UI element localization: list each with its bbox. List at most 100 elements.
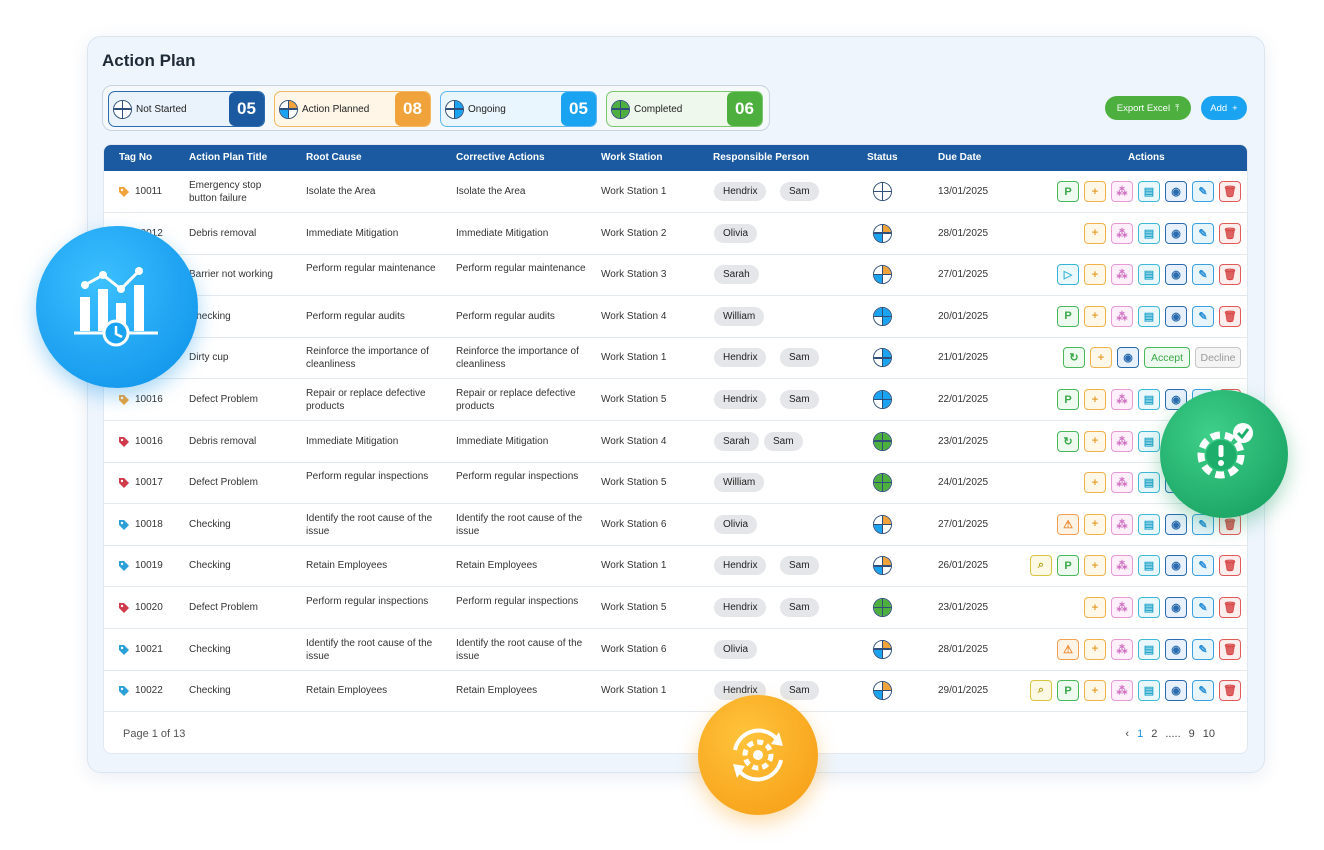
responsible-person[interactable]: Hendrix: [714, 390, 767, 409]
edit-icon[interactable]: ✎: [1192, 222, 1214, 244]
assign-user-icon[interactable]: +: [1084, 389, 1106, 410]
decline-button[interactable]: Decline: [1195, 347, 1241, 369]
delete-icon[interactable]: 🗑: [1219, 305, 1241, 327]
status-chip-ongoing2[interactable]: Ongoing 05: [440, 91, 597, 127]
view-icon[interactable]: ◉: [1165, 305, 1187, 327]
pdf-icon[interactable]: ▤: [1138, 680, 1160, 702]
responsible-person[interactable]: Sam: [764, 431, 803, 451]
edit-icon[interactable]: ✎: [1192, 264, 1214, 286]
view-icon[interactable]: ◉: [1165, 597, 1187, 618]
assign-user-icon[interactable]: +: [1084, 597, 1106, 618]
workflow-icon[interactable]: ⁂: [1111, 680, 1133, 702]
refresh-icon[interactable]: ↻: [1063, 347, 1085, 369]
view-icon[interactable]: ◉: [1165, 638, 1187, 660]
responsible-person[interactable]: Hendrix: [714, 182, 767, 201]
pdf-icon[interactable]: ▤: [1138, 430, 1160, 452]
pdf-icon[interactable]: ▤: [1138, 513, 1160, 535]
edit-icon[interactable]: ✎: [1192, 305, 1214, 327]
assign-user-icon[interactable]: +: [1084, 305, 1106, 327]
warning-icon[interactable]: ⚠: [1057, 513, 1079, 535]
status-chip-planned[interactable]: Action Planned 08: [274, 91, 431, 127]
workflow-icon[interactable]: ⁂: [1111, 472, 1133, 494]
responsible-person[interactable]: Hendrix: [714, 598, 767, 617]
responsible-person[interactable]: Hendrix: [714, 556, 767, 576]
responsible-person[interactable]: Sarah: [714, 265, 759, 285]
workflow-icon[interactable]: ⁂: [1111, 513, 1133, 535]
responsible-person[interactable]: Olivia: [714, 514, 758, 534]
responsible-person[interactable]: Sam: [780, 598, 819, 617]
responsible-person[interactable]: William: [714, 473, 765, 493]
responsible-person[interactable]: Sam: [780, 556, 819, 576]
responsible-person[interactable]: William: [714, 306, 765, 326]
responsible-person[interactable]: Olivia: [714, 639, 758, 659]
status-chip-not-started[interactable]: Not Started 05: [108, 91, 265, 127]
view-icon[interactable]: ◉: [1165, 680, 1187, 702]
assign-user-icon[interactable]: +: [1090, 347, 1112, 369]
accept-button[interactable]: Accept: [1144, 347, 1190, 369]
workflow-icon[interactable]: ⁂: [1111, 305, 1133, 327]
page-link[interactable]: 1: [1137, 728, 1143, 740]
delete-icon[interactable]: 🗑: [1219, 555, 1241, 577]
inspect-icon[interactable]: ⌕: [1030, 555, 1052, 577]
inspect-icon[interactable]: ⌕: [1030, 680, 1052, 702]
responsible-person[interactable]: Sarah: [714, 431, 759, 451]
assign-user-icon[interactable]: +: [1084, 181, 1106, 202]
pdf-icon[interactable]: ▤: [1138, 305, 1160, 327]
assign-user-icon[interactable]: +: [1084, 513, 1106, 535]
edit-icon[interactable]: ✎: [1192, 181, 1214, 202]
edit-icon[interactable]: ✎: [1192, 680, 1214, 702]
workflow-icon[interactable]: ⁂: [1111, 430, 1133, 452]
assign-user-icon[interactable]: +: [1084, 264, 1106, 286]
pdf-icon[interactable]: ▤: [1138, 222, 1160, 244]
pdf-icon[interactable]: ▤: [1138, 264, 1160, 286]
pdf-icon[interactable]: ▤: [1138, 389, 1160, 410]
assign-user-icon[interactable]: +: [1084, 222, 1106, 244]
delete-icon[interactable]: 🗑: [1219, 680, 1241, 702]
add-button[interactable]: Add +: [1201, 96, 1247, 120]
assign-user-icon[interactable]: +: [1084, 638, 1106, 660]
delete-icon[interactable]: 🗑: [1219, 638, 1241, 660]
view-icon[interactable]: ◉: [1165, 555, 1187, 577]
workflow-icon[interactable]: ⁂: [1111, 555, 1133, 577]
workflow-icon[interactable]: ⁂: [1111, 597, 1133, 618]
prev-page-button[interactable]: ‹: [1125, 728, 1129, 740]
pdf-icon[interactable]: ▤: [1138, 472, 1160, 494]
view-icon[interactable]: ◉: [1165, 513, 1187, 535]
assign-user-icon[interactable]: +: [1084, 555, 1106, 577]
workflow-icon[interactable]: ⁂: [1111, 264, 1133, 286]
export-excel-button[interactable]: Export Excel ⤒: [1105, 96, 1191, 120]
assign-user-icon[interactable]: +: [1084, 430, 1106, 452]
view-icon[interactable]: ◉: [1165, 181, 1187, 202]
workflow-icon[interactable]: ⁂: [1111, 222, 1133, 244]
status-chip-completed[interactable]: Completed 06: [606, 91, 763, 127]
responsible-person[interactable]: Sam: [780, 348, 819, 368]
plan-button[interactable]: P: [1057, 305, 1079, 327]
warning-icon[interactable]: ⚠: [1057, 638, 1079, 660]
delete-icon[interactable]: 🗑: [1219, 597, 1241, 618]
delete-icon[interactable]: 🗑: [1219, 222, 1241, 244]
assign-user-icon[interactable]: +: [1084, 472, 1106, 494]
plan-button[interactable]: P: [1057, 181, 1079, 202]
plan-button[interactable]: P: [1057, 389, 1079, 410]
refresh-icon[interactable]: ↻: [1057, 430, 1079, 452]
responsible-person[interactable]: Hendrix: [714, 348, 767, 368]
view-icon[interactable]: ◉: [1165, 264, 1187, 286]
page-link[interactable]: 2: [1151, 728, 1157, 740]
page-link[interactable]: 9: [1189, 728, 1195, 740]
start-icon[interactable]: ▷: [1057, 264, 1079, 286]
pdf-icon[interactable]: ▤: [1138, 597, 1160, 618]
delete-icon[interactable]: 🗑: [1219, 264, 1241, 286]
edit-icon[interactable]: ✎: [1192, 597, 1214, 618]
workflow-icon[interactable]: ⁂: [1111, 181, 1133, 202]
pdf-icon[interactable]: ▤: [1138, 555, 1160, 577]
responsible-person[interactable]: Olivia: [714, 223, 758, 243]
delete-icon[interactable]: 🗑: [1219, 181, 1241, 202]
pdf-icon[interactable]: ▤: [1138, 181, 1160, 202]
plan-button[interactable]: P: [1057, 555, 1079, 577]
assign-user-icon[interactable]: +: [1084, 680, 1106, 702]
workflow-icon[interactable]: ⁂: [1111, 389, 1133, 410]
plan-button[interactable]: P: [1057, 680, 1079, 702]
page-link[interactable]: 10: [1203, 728, 1215, 740]
edit-icon[interactable]: ✎: [1192, 555, 1214, 577]
pdf-icon[interactable]: ▤: [1138, 638, 1160, 660]
